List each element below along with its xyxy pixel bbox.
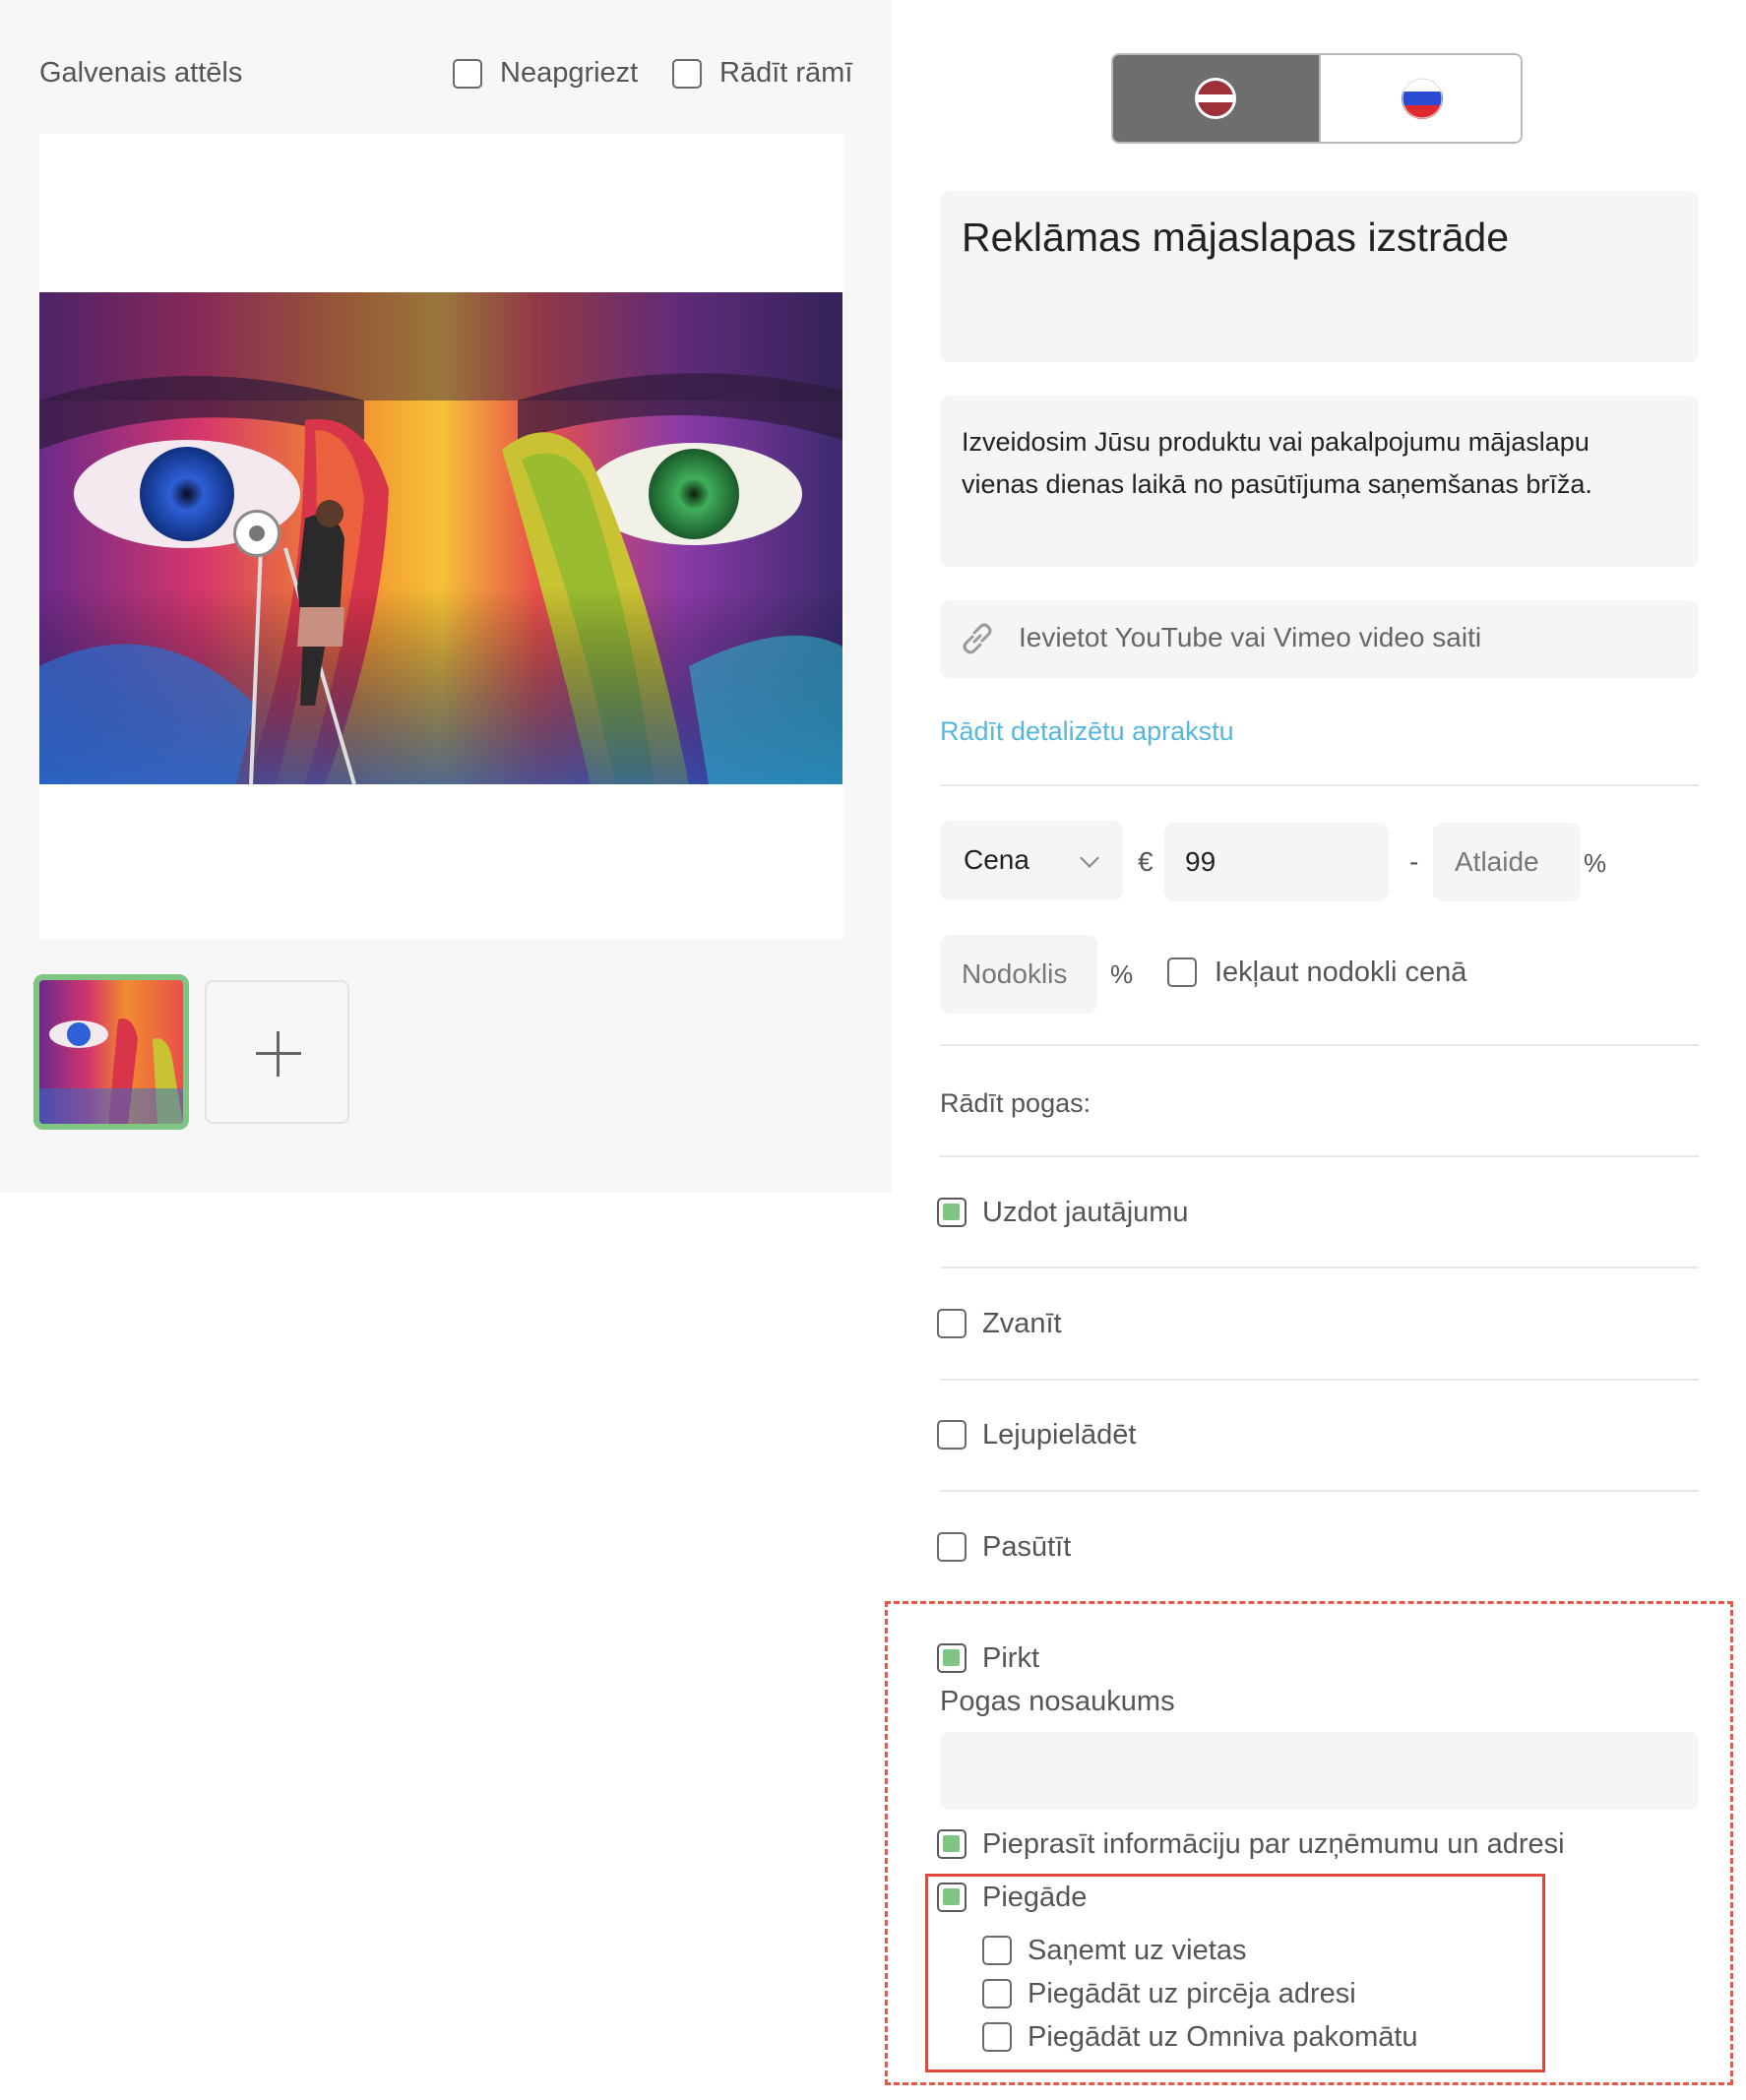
request-info-label: Pieprasīt informāciju par uzņēmumu un ad…	[982, 1828, 1565, 1860]
main-photo	[39, 292, 842, 784]
deliver-to-address-checkbox[interactable]	[982, 1979, 1012, 2008]
no-crop-label: Neapgriezt	[500, 57, 639, 89]
request-info-checkbox[interactable]	[937, 1829, 967, 1859]
discount-percent-sign: %	[1584, 848, 1607, 878]
product-title-field[interactable]: Reklāmas mājaslapas izstrāde	[940, 191, 1699, 362]
ask-question-checkbox[interactable]	[937, 1198, 967, 1227]
show-frame-label: Rādīt rāmī	[719, 57, 853, 89]
delivery-label: Piegāde	[982, 1882, 1088, 1913]
price-type-value: Cena	[964, 844, 1029, 875]
video-link-placeholder: Ievietot YouTube vai Vimeo video saiti	[1019, 622, 1482, 652]
divider	[940, 1379, 1699, 1381]
call-checkbox[interactable]	[937, 1309, 967, 1338]
divider	[940, 1044, 1699, 1046]
image-thumbnail-selected[interactable]	[33, 974, 189, 1130]
language-switch	[1111, 53, 1523, 144]
call-label: Zvanīt	[982, 1308, 1062, 1339]
no-crop-checkbox[interactable]	[453, 59, 482, 89]
language-lv-button[interactable]	[1113, 55, 1319, 142]
button-name-label: Pogas nosaukums	[940, 1686, 1175, 1717]
pickup-checkbox[interactable]	[982, 1936, 1012, 1965]
latvia-flag-icon	[1195, 78, 1236, 119]
price-input[interactable]: 99	[1164, 823, 1389, 901]
discount-placeholder: Atlaide	[1455, 846, 1539, 877]
order-checkbox[interactable]	[937, 1532, 967, 1562]
product-title-text: Reklāmas mājaslapas izstrāde	[962, 215, 1510, 260]
price-value: 99	[1185, 846, 1216, 877]
link-icon	[955, 616, 1000, 666]
add-image-button[interactable]	[205, 980, 349, 1124]
discount-input[interactable]: Atlaide	[1433, 823, 1581, 901]
tax-placeholder: Nodoklis	[962, 958, 1068, 989]
main-image-label: Galvenais attēls	[39, 57, 243, 89]
chevron-down-icon	[1080, 848, 1099, 868]
focus-point-handle[interactable]	[233, 510, 281, 557]
include-tax-checkbox[interactable]	[1167, 957, 1197, 987]
include-tax-label: Iekļaut nodokli cenā	[1215, 957, 1467, 988]
deliver-to-parcel-locker-label: Piegādāt uz Omniva pakomātu	[1028, 2021, 1418, 2053]
divider	[940, 1490, 1699, 1492]
ask-question-label: Uzdot jautājumu	[982, 1197, 1189, 1228]
deliver-to-address-label: Piegādāt uz pircēja adresi	[1028, 1978, 1356, 2009]
tax-input[interactable]: Nodoklis	[940, 935, 1097, 1014]
divider	[940, 1155, 1699, 1157]
product-description-field[interactable]: Izveidosim Jūsu produktu vai pakalpojumu…	[940, 396, 1699, 567]
tax-percent-sign: %	[1110, 959, 1134, 989]
language-ru-button[interactable]	[1319, 55, 1521, 142]
price-separator: -	[1409, 846, 1419, 877]
currency-symbol: €	[1138, 846, 1154, 877]
divider	[940, 784, 1699, 786]
pickup-label: Saņemt uz vietas	[1028, 1935, 1247, 1966]
order-label: Pasūtīt	[982, 1531, 1072, 1563]
buy-label: Pirkt	[982, 1642, 1039, 1674]
button-name-input[interactable]	[940, 1732, 1699, 1810]
download-checkbox[interactable]	[937, 1420, 967, 1450]
download-label: Lejupielādēt	[982, 1419, 1137, 1451]
video-link-input[interactable]: Ievietot YouTube vai Vimeo video saiti	[940, 600, 1699, 678]
show-buttons-label: Rādīt pogas:	[940, 1088, 1091, 1118]
price-type-select[interactable]: Cena	[940, 821, 1123, 900]
deliver-to-parcel-locker-checkbox[interactable]	[982, 2022, 1012, 2052]
russia-flag-icon	[1402, 78, 1443, 119]
buy-checkbox[interactable]	[937, 1643, 967, 1673]
delivery-checkbox[interactable]	[937, 1883, 967, 1912]
show-frame-checkbox[interactable]	[672, 59, 702, 89]
divider	[940, 1266, 1699, 1268]
show-detailed-description-link[interactable]: Rādīt detalizētu aprakstu	[940, 716, 1234, 747]
product-description-text: Izveidosim Jūsu produktu vai pakalpojumu…	[962, 427, 1592, 499]
